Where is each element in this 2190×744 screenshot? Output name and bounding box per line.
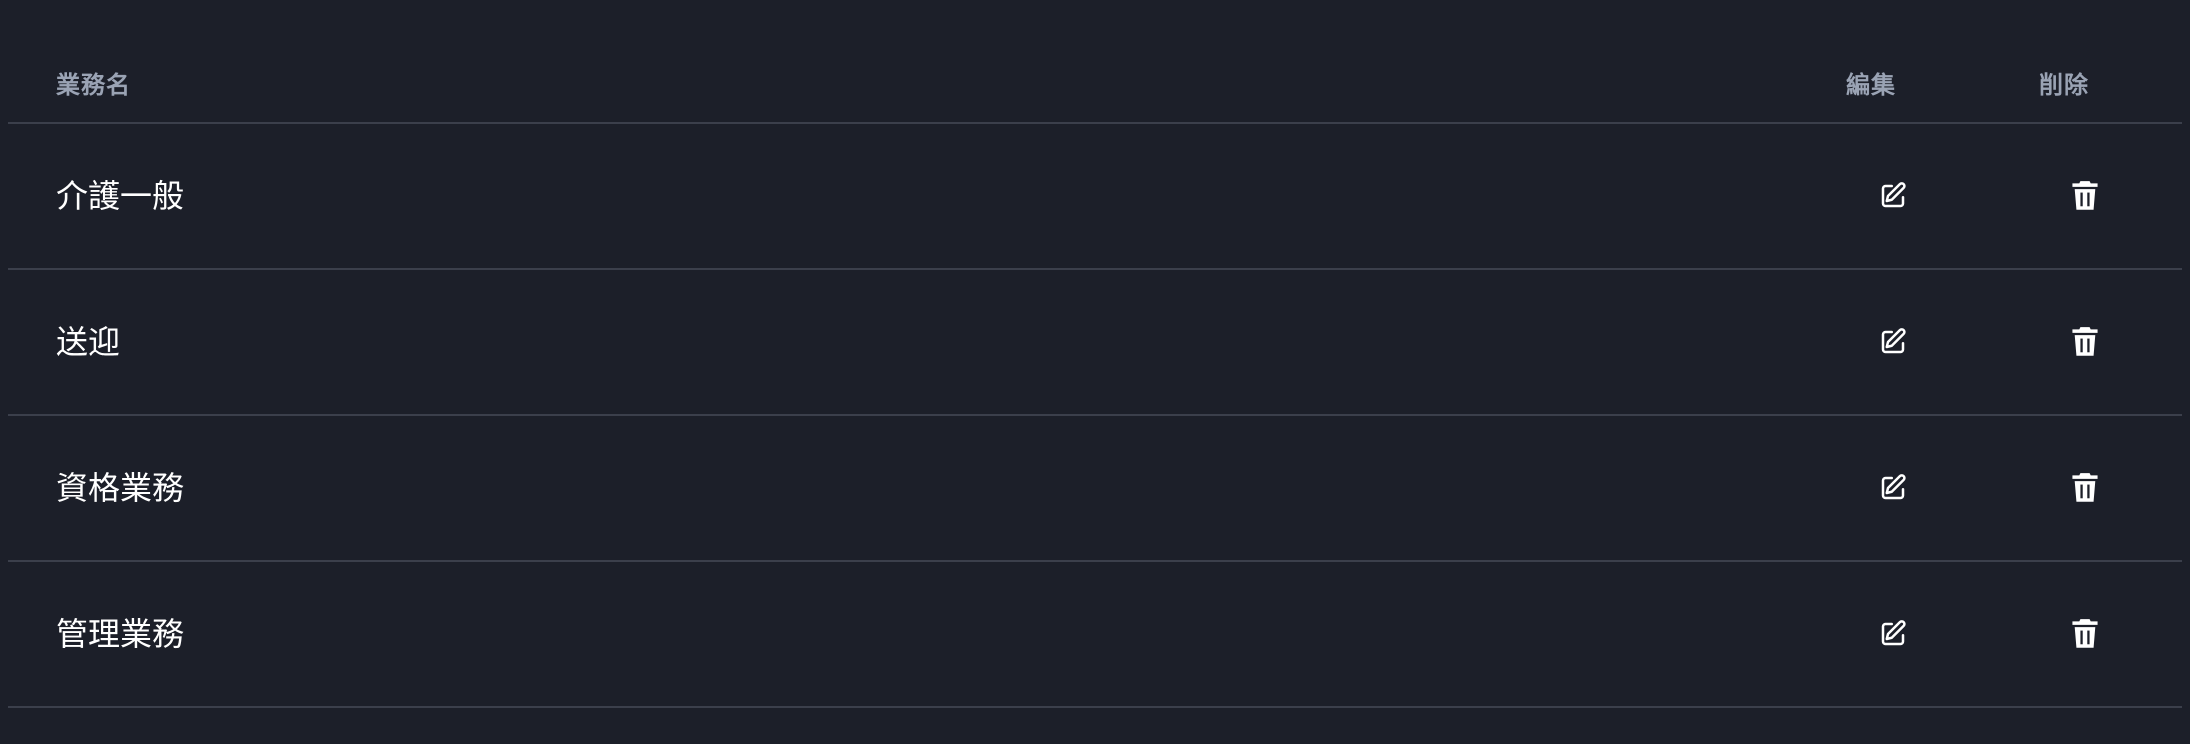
edit-button[interactable]	[1871, 320, 1915, 364]
trash-icon	[2072, 181, 2098, 210]
task-name: 送迎	[56, 323, 121, 361]
table-row: 管理業務	[8, 562, 2182, 708]
edit-button[interactable]	[1871, 466, 1915, 510]
edit-icon	[1881, 182, 1906, 208]
edit-icon	[1881, 474, 1906, 500]
edit-button[interactable]	[1871, 612, 1915, 656]
delete-button[interactable]	[2063, 466, 2107, 510]
column-header-name: 業務名	[56, 71, 131, 99]
edit-icon	[1881, 328, 1906, 354]
delete-button[interactable]	[2063, 612, 2107, 656]
column-header-edit: 編集	[1846, 71, 1896, 99]
delete-button[interactable]	[2063, 174, 2107, 218]
task-name: 資格業務	[56, 469, 185, 507]
column-header-delete: 削除	[2039, 71, 2089, 99]
table-header: 業務名 編集 削除	[8, 0, 2182, 124]
edit-icon	[1881, 620, 1906, 646]
edit-button[interactable]	[1871, 174, 1915, 218]
table-row: 資格業務	[8, 416, 2182, 562]
table-row: 介護一般	[8, 124, 2182, 270]
delete-button[interactable]	[2063, 320, 2107, 364]
trash-icon	[2072, 473, 2098, 502]
trash-icon	[2072, 327, 2098, 356]
task-name: 介護一般	[56, 177, 185, 215]
trash-icon	[2072, 619, 2098, 648]
task-table: 業務名 編集 削除 介護一般 送迎 資格業務 管理業務	[8, 0, 2182, 708]
table-row: 送迎	[8, 270, 2182, 416]
task-name: 管理業務	[56, 615, 185, 653]
